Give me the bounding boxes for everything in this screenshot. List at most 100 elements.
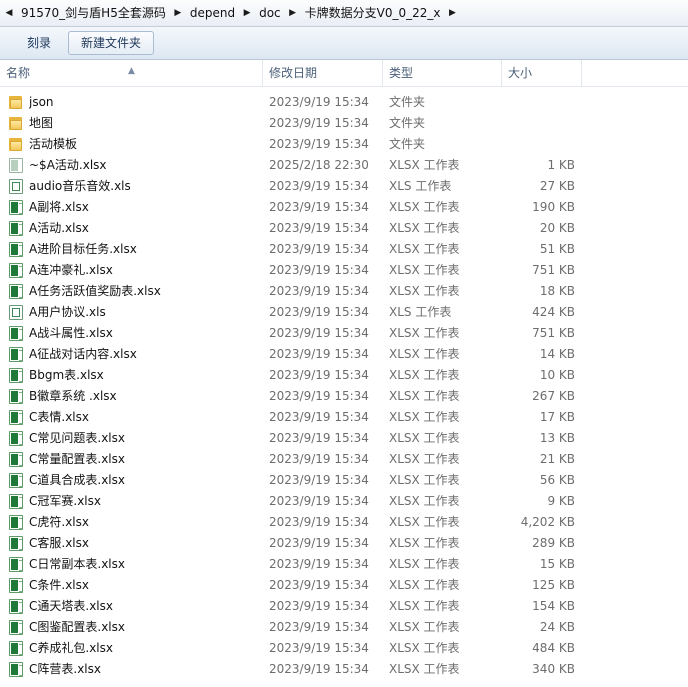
file-row[interactable]: C客服.xlsx 2023/9/19 15:34 XLSX 工作表 289 KB bbox=[0, 533, 688, 554]
new-folder-button[interactable]: 新建文件夹 bbox=[68, 31, 155, 55]
file-type: XLSX 工作表 bbox=[389, 242, 460, 256]
folder-icon bbox=[9, 95, 23, 110]
file-size: 13 KB bbox=[539, 431, 575, 445]
file-name: A连冲豪礼.xlsx bbox=[29, 263, 113, 277]
column-name-header[interactable]: 名称 ▲ bbox=[0, 60, 263, 86]
burn-button[interactable]: 刻录 bbox=[14, 31, 64, 55]
address-bar[interactable]: ◀ 91570_剑与盾H5全套源码 ▶ depend ▶ doc ▶ 卡牌数据分… bbox=[0, 0, 688, 27]
file-row[interactable]: C通天塔表.xlsx 2023/9/19 15:34 XLSX 工作表 154 KB bbox=[0, 596, 688, 617]
folder-icon bbox=[9, 116, 23, 131]
breadcrumb-item[interactable]: depend bbox=[185, 2, 240, 24]
file-row[interactable]: C道具合成表.xlsx 2023/9/19 15:34 XLSX 工作表 56 KB bbox=[0, 470, 688, 491]
column-date-label: 修改日期 bbox=[269, 66, 318, 80]
file-size bbox=[502, 113, 575, 134]
column-header: 名称 ▲ 修改日期 类型 大小 bbox=[0, 60, 688, 87]
column-date-header[interactable]: 修改日期 bbox=[263, 60, 383, 86]
file-type: XLSX 工作表 bbox=[389, 599, 460, 613]
file-date: 2023/9/19 15:34 bbox=[269, 263, 369, 277]
file-name: C虎符.xlsx bbox=[29, 515, 89, 529]
file-size: 18 KB bbox=[539, 284, 575, 298]
file-date: 2023/9/19 15:34 bbox=[269, 578, 369, 592]
file-row[interactable]: A连冲豪礼.xlsx 2023/9/19 15:34 XLSX 工作表 751 KB bbox=[0, 260, 688, 281]
file-type: XLSX 工作表 bbox=[389, 494, 460, 508]
xlsx-icon bbox=[9, 242, 23, 257]
breadcrumb-item[interactable]: 卡牌数据分支V0_0_22_x bbox=[300, 2, 446, 24]
file-name: A战斗属性.xlsx bbox=[29, 326, 113, 340]
file-type: XLSX 工作表 bbox=[389, 620, 460, 634]
file-size bbox=[502, 92, 575, 113]
breadcrumb-separator-icon[interactable]: ▶ bbox=[171, 8, 185, 18]
file-row[interactable]: 活动模板 2023/9/19 15:34 文件夹 bbox=[0, 134, 688, 155]
breadcrumb-item[interactable]: doc bbox=[254, 2, 286, 24]
file-row[interactable]: B徽章系统 .xlsx 2023/9/19 15:34 XLSX 工作表 267 KB bbox=[0, 386, 688, 407]
file-row[interactable]: C条件.xlsx 2023/9/19 15:34 XLSX 工作表 125 KB bbox=[0, 575, 688, 596]
xlsx-icon bbox=[9, 347, 23, 362]
sort-ascending-icon: ▲ bbox=[128, 66, 135, 76]
file-size: 190 KB bbox=[532, 200, 575, 214]
file-type: XLSX 工作表 bbox=[389, 641, 460, 655]
file-row[interactable]: C常见问题表.xlsx 2023/9/19 15:34 XLSX 工作表 13 KB bbox=[0, 428, 688, 449]
file-row[interactable]: json 2023/9/19 15:34 文件夹 bbox=[0, 92, 688, 113]
xlsx-icon bbox=[9, 368, 23, 383]
file-date: 2023/9/19 15:34 bbox=[269, 389, 369, 403]
file-row[interactable]: C养成礼包.xlsx 2023/9/19 15:34 XLSX 工作表 484 KB bbox=[0, 638, 688, 659]
file-name: C图鉴配置表.xlsx bbox=[29, 620, 125, 634]
xlsx-icon bbox=[9, 284, 23, 299]
file-row[interactable]: C阵营表.xlsx 2023/9/19 15:34 XLSX 工作表 340 KB bbox=[0, 659, 688, 680]
breadcrumb-chevron-icon[interactable]: ◀ bbox=[2, 8, 16, 18]
file-row[interactable]: C图鉴配置表.xlsx 2023/9/19 15:34 XLSX 工作表 24 KB bbox=[0, 617, 688, 638]
file-type: XLSX 工作表 bbox=[389, 200, 460, 214]
file-date: 2023/9/19 15:34 bbox=[269, 347, 369, 361]
file-type: XLSX 工作表 bbox=[389, 158, 460, 172]
breadcrumb-separator-icon[interactable]: ▶ bbox=[240, 8, 254, 18]
xlsx-icon bbox=[9, 473, 23, 488]
file-date: 2023/9/19 15:34 bbox=[269, 620, 369, 634]
file-row[interactable]: 地图 2023/9/19 15:34 文件夹 bbox=[0, 113, 688, 134]
file-row[interactable]: ~$A活动.xlsx 2025/2/18 22:30 XLSX 工作表 1 KB bbox=[0, 155, 688, 176]
file-row[interactable]: C常量配置表.xlsx 2023/9/19 15:34 XLSX 工作表 21 KB bbox=[0, 449, 688, 470]
file-row[interactable]: A进阶目标任务.xlsx 2023/9/19 15:34 XLSX 工作表 51 KB bbox=[0, 239, 688, 260]
xlsx-icon bbox=[9, 221, 23, 236]
xlsx-icon bbox=[9, 515, 23, 530]
file-row[interactable]: audio音乐音效.xls 2023/9/19 15:34 XLS 工作表 27 KB bbox=[0, 176, 688, 197]
file-name: C冠军赛.xlsx bbox=[29, 494, 101, 508]
file-row[interactable]: Bbgm表.xlsx 2023/9/19 15:34 XLSX 工作表 10 KB bbox=[0, 365, 688, 386]
file-type: XLSX 工作表 bbox=[389, 326, 460, 340]
file-row[interactable]: C表情.xlsx 2023/9/19 15:34 XLSX 工作表 17 KB bbox=[0, 407, 688, 428]
file-name: A用户协议.xls bbox=[29, 305, 106, 319]
breadcrumb-separator-icon[interactable]: ▶ bbox=[286, 8, 300, 18]
file-row[interactable]: A活动.xlsx 2023/9/19 15:34 XLSX 工作表 20 KB bbox=[0, 218, 688, 239]
file-row[interactable]: A用户协议.xls 2023/9/19 15:34 XLS 工作表 424 KB bbox=[0, 302, 688, 323]
file-type: XLSX 工作表 bbox=[389, 578, 460, 592]
file-date: 2023/9/19 15:34 bbox=[269, 410, 369, 424]
breadcrumb-separator-icon[interactable]: ▶ bbox=[446, 8, 460, 18]
file-size: 20 KB bbox=[539, 221, 575, 235]
breadcrumb-item[interactable]: 91570_剑与盾H5全套源码 bbox=[16, 2, 171, 24]
file-size: 484 KB bbox=[532, 641, 575, 655]
file-row[interactable]: C虎符.xlsx 2023/9/19 15:34 XLSX 工作表 4,202 KB bbox=[0, 512, 688, 533]
file-row[interactable]: A征战对话内容.xlsx 2023/9/19 15:34 XLSX 工作表 14 KB bbox=[0, 344, 688, 365]
column-size-label: 大小 bbox=[508, 66, 533, 80]
file-name: 地图 bbox=[29, 116, 54, 130]
file-type: XLSX 工作表 bbox=[389, 263, 460, 277]
file-date: 2023/9/19 15:34 bbox=[269, 641, 369, 655]
file-name: C客服.xlsx bbox=[29, 536, 89, 550]
xlsx-icon bbox=[9, 536, 23, 551]
file-row[interactable]: A任务活跃值奖励表.xlsx 2023/9/19 15:34 XLSX 工作表 18 … bbox=[0, 281, 688, 302]
xlsx-icon bbox=[9, 662, 23, 677]
file-type: XLS 工作表 bbox=[389, 305, 452, 319]
file-size: 24 KB bbox=[539, 620, 575, 634]
column-size-header[interactable]: 大小 bbox=[502, 60, 582, 86]
explorer-window: ◀ 91570_剑与盾H5全套源码 ▶ depend ▶ doc ▶ 卡牌数据分… bbox=[0, 0, 688, 687]
xlsx-icon bbox=[9, 494, 23, 509]
file-date: 2023/9/19 15:34 bbox=[269, 536, 369, 550]
file-row[interactable]: C冠军赛.xlsx 2023/9/19 15:34 XLSX 工作表 9 KB bbox=[0, 491, 688, 512]
file-size: 267 KB bbox=[532, 389, 575, 403]
file-type: XLSX 工作表 bbox=[389, 368, 460, 382]
file-type: XLSX 工作表 bbox=[389, 221, 460, 235]
file-row[interactable]: A副将.xlsx 2023/9/19 15:34 XLSX 工作表 190 KB bbox=[0, 197, 688, 218]
file-row[interactable]: A战斗属性.xlsx 2023/9/19 15:34 XLSX 工作表 751 KB bbox=[0, 323, 688, 344]
column-type-header[interactable]: 类型 bbox=[383, 60, 502, 86]
file-name: C日常副本表.xlsx bbox=[29, 557, 125, 571]
file-row[interactable]: C日常副本表.xlsx 2023/9/19 15:34 XLSX 工作表 15 KB bbox=[0, 554, 688, 575]
